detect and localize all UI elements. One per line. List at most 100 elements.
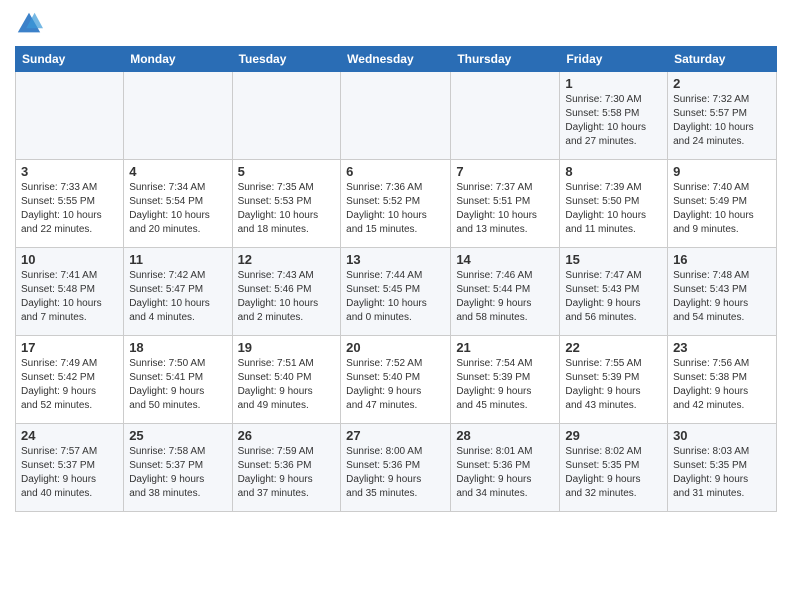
- weekday-header-monday: Monday: [124, 47, 232, 72]
- calendar-cell: 19 Sunrise: 7:51 AM Sunset: 5:40 PM Dayli…: [232, 336, 341, 424]
- calendar-cell: 5 Sunrise: 7:35 AM Sunset: 5:53 PM Daylig…: [232, 160, 341, 248]
- weekday-header-wednesday: Wednesday: [341, 47, 451, 72]
- calendar-cell: 20 Sunrise: 7:52 AM Sunset: 5:40 PM Dayli…: [341, 336, 451, 424]
- day-number: 12: [238, 252, 336, 267]
- day-info: Sunrise: 7:52 AM Sunset: 5:40 PM Dayligh…: [346, 357, 445, 413]
- day-info: Sunrise: 7:34 AM Sunset: 5:54 PM Dayligh…: [129, 181, 226, 237]
- day-info: Sunrise: 7:54 AM Sunset: 5:39 PM Dayligh…: [456, 357, 554, 413]
- day-info: Sunrise: 7:50 AM Sunset: 5:41 PM Dayligh…: [129, 357, 226, 413]
- week-row-1: 1 Sunrise: 7:30 AM Sunset: 5:58 PM Daylig…: [16, 72, 777, 160]
- header: [15, 10, 777, 38]
- day-number: 16: [673, 252, 771, 267]
- calendar-cell: 7 Sunrise: 7:37 AM Sunset: 5:51 PM Daylig…: [451, 160, 560, 248]
- day-number: 21: [456, 340, 554, 355]
- day-info: Sunrise: 7:36 AM Sunset: 5:52 PM Dayligh…: [346, 181, 445, 237]
- week-row-2: 3Sunrise: 7:33 AM Sunset: 5:55 PM Daylig…: [16, 160, 777, 248]
- day-info: Sunrise: 7:51 AM Sunset: 5:40 PM Dayligh…: [238, 357, 336, 413]
- day-info: Sunrise: 8:02 AM Sunset: 5:35 PM Dayligh…: [565, 445, 662, 501]
- day-number: 22: [565, 340, 662, 355]
- day-number: 7: [456, 164, 554, 179]
- calendar-table: SundayMondayTuesdayWednesdayThursdayFrid…: [15, 46, 777, 512]
- calendar-cell: 16 Sunrise: 7:48 AM Sunset: 5:43 PM Dayli…: [668, 248, 777, 336]
- day-info: Sunrise: 7:37 AM Sunset: 5:51 PM Dayligh…: [456, 181, 554, 237]
- day-number: 24: [21, 428, 118, 443]
- day-number: 27: [346, 428, 445, 443]
- calendar-cell: 9 Sunrise: 7:40 AM Sunset: 5:49 PM Daylig…: [668, 160, 777, 248]
- day-info: Sunrise: 7:33 AM Sunset: 5:55 PM Dayligh…: [21, 181, 118, 237]
- day-number: 20: [346, 340, 445, 355]
- day-number: 11: [129, 252, 226, 267]
- calendar-cell: 29 Sunrise: 8:02 AM Sunset: 5:35 PM Dayli…: [560, 424, 668, 512]
- calendar-cell: 8 Sunrise: 7:39 AM Sunset: 5:50 PM Daylig…: [560, 160, 668, 248]
- calendar-cell: 17Sunrise: 7:49 AM Sunset: 5:42 PM Dayli…: [16, 336, 124, 424]
- day-number: 10: [21, 252, 118, 267]
- day-info: Sunrise: 7:47 AM Sunset: 5:43 PM Dayligh…: [565, 269, 662, 325]
- calendar-cell: [16, 72, 124, 160]
- calendar-cell: 3Sunrise: 7:33 AM Sunset: 5:55 PM Daylig…: [16, 160, 124, 248]
- day-number: 23: [673, 340, 771, 355]
- day-number: 25: [129, 428, 226, 443]
- day-info: Sunrise: 7:57 AM Sunset: 5:37 PM Dayligh…: [21, 445, 118, 501]
- day-number: 8: [565, 164, 662, 179]
- calendar-cell: 2Sunrise: 7:32 AM Sunset: 5:57 PM Daylig…: [668, 72, 777, 160]
- day-info: Sunrise: 7:46 AM Sunset: 5:44 PM Dayligh…: [456, 269, 554, 325]
- weekday-header-row: SundayMondayTuesdayWednesdayThursdayFrid…: [16, 47, 777, 72]
- day-info: Sunrise: 7:56 AM Sunset: 5:38 PM Dayligh…: [673, 357, 771, 413]
- day-number: 26: [238, 428, 336, 443]
- day-number: 1: [565, 76, 662, 91]
- page: SundayMondayTuesdayWednesdayThursdayFrid…: [0, 0, 792, 527]
- day-number: 5: [238, 164, 336, 179]
- calendar-cell: 10 Sunrise: 7:41 AM Sunset: 5:48 PM Dayli…: [16, 248, 124, 336]
- day-number: 13: [346, 252, 445, 267]
- day-number: 14: [456, 252, 554, 267]
- calendar-cell: 24 Sunrise: 7:57 AM Sunset: 5:37 PM Dayli…: [16, 424, 124, 512]
- day-number: 19: [238, 340, 336, 355]
- week-row-5: 24 Sunrise: 7:57 AM Sunset: 5:37 PM Dayli…: [16, 424, 777, 512]
- calendar-cell: [451, 72, 560, 160]
- day-number: 17: [21, 340, 118, 355]
- day-info: Sunrise: 7:59 AM Sunset: 5:36 PM Dayligh…: [238, 445, 336, 501]
- logo-icon: [15, 10, 43, 38]
- week-row-3: 10 Sunrise: 7:41 AM Sunset: 5:48 PM Dayli…: [16, 248, 777, 336]
- day-number: 15: [565, 252, 662, 267]
- calendar-cell: 22 Sunrise: 7:55 AM Sunset: 5:39 PM Dayli…: [560, 336, 668, 424]
- week-row-4: 17Sunrise: 7:49 AM Sunset: 5:42 PM Dayli…: [16, 336, 777, 424]
- calendar-cell: 21 Sunrise: 7:54 AM Sunset: 5:39 PM Dayli…: [451, 336, 560, 424]
- day-info: Sunrise: 7:30 AM Sunset: 5:58 PM Dayligh…: [565, 93, 662, 149]
- day-info: Sunrise: 7:41 AM Sunset: 5:48 PM Dayligh…: [21, 269, 118, 325]
- day-number: 6: [346, 164, 445, 179]
- logo: [15, 10, 47, 38]
- calendar-cell: 15 Sunrise: 7:47 AM Sunset: 5:43 PM Dayli…: [560, 248, 668, 336]
- weekday-header-saturday: Saturday: [668, 47, 777, 72]
- calendar-cell: 27Sunrise: 8:00 AM Sunset: 5:36 PM Dayli…: [341, 424, 451, 512]
- day-number: 9: [673, 164, 771, 179]
- calendar-cell: 23 Sunrise: 7:56 AM Sunset: 5:38 PM Dayli…: [668, 336, 777, 424]
- calendar-cell: 30 Sunrise: 8:03 AM Sunset: 5:35 PM Dayli…: [668, 424, 777, 512]
- day-number: 30: [673, 428, 771, 443]
- calendar-cell: 12 Sunrise: 7:43 AM Sunset: 5:46 PM Dayli…: [232, 248, 341, 336]
- day-info: Sunrise: 7:44 AM Sunset: 5:45 PM Dayligh…: [346, 269, 445, 325]
- calendar-cell: [124, 72, 232, 160]
- day-info: Sunrise: 7:39 AM Sunset: 5:50 PM Dayligh…: [565, 181, 662, 237]
- day-number: 28: [456, 428, 554, 443]
- day-info: Sunrise: 7:48 AM Sunset: 5:43 PM Dayligh…: [673, 269, 771, 325]
- calendar-cell: 25 Sunrise: 7:58 AM Sunset: 5:37 PM Dayli…: [124, 424, 232, 512]
- day-number: 29: [565, 428, 662, 443]
- calendar-cell: [232, 72, 341, 160]
- weekday-header-thursday: Thursday: [451, 47, 560, 72]
- day-info: Sunrise: 7:55 AM Sunset: 5:39 PM Dayligh…: [565, 357, 662, 413]
- day-info: Sunrise: 8:03 AM Sunset: 5:35 PM Dayligh…: [673, 445, 771, 501]
- weekday-header-friday: Friday: [560, 47, 668, 72]
- day-number: 2: [673, 76, 771, 91]
- day-info: Sunrise: 7:58 AM Sunset: 5:37 PM Dayligh…: [129, 445, 226, 501]
- day-info: Sunrise: 7:40 AM Sunset: 5:49 PM Dayligh…: [673, 181, 771, 237]
- calendar-cell: 4Sunrise: 7:34 AM Sunset: 5:54 PM Daylig…: [124, 160, 232, 248]
- day-number: 18: [129, 340, 226, 355]
- day-info: Sunrise: 8:01 AM Sunset: 5:36 PM Dayligh…: [456, 445, 554, 501]
- calendar-cell: 28 Sunrise: 8:01 AM Sunset: 5:36 PM Dayli…: [451, 424, 560, 512]
- calendar-cell: 1 Sunrise: 7:30 AM Sunset: 5:58 PM Daylig…: [560, 72, 668, 160]
- day-info: Sunrise: 7:43 AM Sunset: 5:46 PM Dayligh…: [238, 269, 336, 325]
- day-info: Sunrise: 7:35 AM Sunset: 5:53 PM Dayligh…: [238, 181, 336, 237]
- calendar-cell: 11Sunrise: 7:42 AM Sunset: 5:47 PM Dayli…: [124, 248, 232, 336]
- calendar-cell: 13 Sunrise: 7:44 AM Sunset: 5:45 PM Dayli…: [341, 248, 451, 336]
